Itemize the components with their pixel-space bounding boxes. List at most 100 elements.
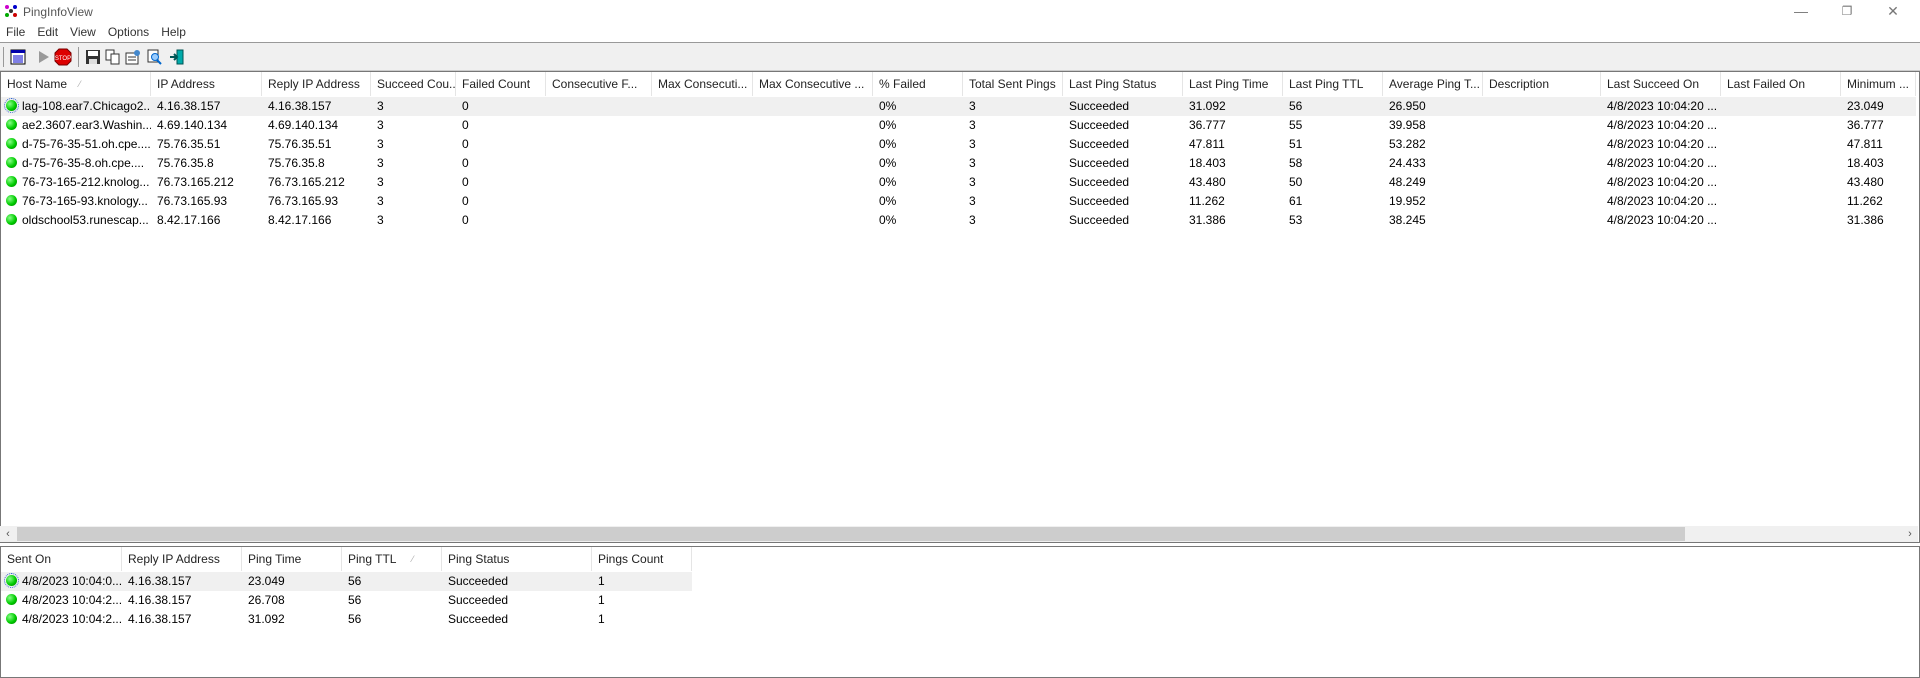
find-icon[interactable] bbox=[146, 48, 164, 66]
copy-icon[interactable] bbox=[104, 48, 122, 66]
cell-text: 4.16.38.157 bbox=[268, 99, 332, 113]
minimize-button[interactable]: — bbox=[1778, 0, 1824, 23]
column-header-ip-address[interactable]: IP Address bbox=[151, 72, 262, 96]
table-cell: 4.16.38.157 bbox=[262, 97, 371, 116]
table-cell: 50 bbox=[1283, 173, 1383, 192]
status-ok-icon bbox=[6, 157, 17, 168]
table-cell: 43.480 bbox=[1183, 173, 1283, 192]
column-header-ping-time[interactable]: Ping Time bbox=[242, 547, 342, 571]
table-cell: 24.433 bbox=[1383, 154, 1483, 173]
sort-indicator-icon: ⁄ bbox=[412, 554, 414, 564]
table-cell: 3 bbox=[371, 97, 456, 116]
properties-icon[interactable] bbox=[124, 48, 142, 66]
column-header-failed-count[interactable]: Failed Count bbox=[456, 72, 546, 96]
sort-indicator-icon: ⁄ bbox=[79, 79, 81, 89]
start-icon[interactable] bbox=[34, 48, 52, 66]
column-header-pings-count[interactable]: Pings Count bbox=[592, 547, 692, 571]
cell-text: 3 bbox=[969, 99, 976, 113]
menu-help[interactable]: Help bbox=[161, 23, 186, 42]
menu-edit[interactable]: Edit bbox=[37, 23, 58, 42]
scrollbar-thumb[interactable] bbox=[17, 527, 1685, 541]
column-header-reply-ip-address[interactable]: Reply IP Address bbox=[262, 72, 371, 96]
table-cell: 8.42.17.166 bbox=[262, 211, 371, 230]
cell-text: 61 bbox=[1289, 194, 1303, 208]
table-cell: 48.249 bbox=[1383, 173, 1483, 192]
column-header-last-ping-status[interactable]: Last Ping Status bbox=[1063, 72, 1183, 96]
stop-icon[interactable]: STOP bbox=[54, 48, 72, 66]
table-row[interactable]: ae2.3607.ear3.Washin... 4.69.140.134 4.69.… bbox=[1, 116, 1916, 135]
table-cell: 0% bbox=[873, 154, 963, 173]
column-header-last-ping-time[interactable]: Last Ping Time bbox=[1183, 72, 1283, 96]
column-header-ping-ttl[interactable]: Ping TTL ⁄ bbox=[342, 547, 442, 571]
cell-text: 51 bbox=[1289, 137, 1303, 151]
table-row[interactable]: lag-108.ear7.Chicago2... 4.16.38.157 4.16.… bbox=[1, 97, 1916, 116]
cell-text: 56 bbox=[348, 593, 362, 607]
table-row[interactable]: d-75-76-35-8.oh.cpe.... 75.76.35.8 75.76.3… bbox=[1, 154, 1916, 173]
horizontal-scrollbar[interactable]: ‹ › bbox=[0, 526, 1918, 542]
table-row[interactable]: 76-73-165-212.knolog... 76.73.165.212 76.7… bbox=[1, 173, 1916, 192]
table-cell: 3 bbox=[963, 211, 1063, 230]
cell-text: 55 bbox=[1289, 118, 1303, 132]
column-header-last-ping-ttl[interactable]: Last Ping TTL bbox=[1283, 72, 1383, 96]
column-header-sent-on[interactable]: Sent On bbox=[1, 547, 122, 571]
table-cell: d-75-76-35-51.oh.cpe.... bbox=[1, 135, 151, 154]
hosts-list[interactable]: Host Name ⁄ IP Address Reply IP Address Succ… bbox=[0, 71, 1920, 543]
column-header-max-consecutive[interactable]: Max Consecutive ... bbox=[753, 72, 873, 96]
status-ok-icon bbox=[6, 119, 17, 130]
column-header-minimum[interactable]: Minimum ... bbox=[1841, 72, 1916, 96]
table-cell bbox=[652, 192, 753, 211]
cell-text: 36.777 bbox=[1189, 118, 1226, 132]
column-header-reply-ip-address[interactable]: Reply IP Address bbox=[122, 547, 242, 571]
app-icon bbox=[5, 5, 17, 17]
table-row[interactable]: 4/8/2023 10:04:0... 4.16.38.157 23.049 56 Su… bbox=[1, 572, 692, 591]
table-cell: 3 bbox=[963, 173, 1063, 192]
table-cell: 38.245 bbox=[1383, 211, 1483, 230]
restore-button[interactable]: ❐ bbox=[1824, 0, 1870, 23]
column-header-consecutive-f[interactable]: Consecutive F... bbox=[546, 72, 652, 96]
column-header-total-sent-pings[interactable]: Total Sent Pings bbox=[963, 72, 1063, 96]
table-cell: Succeeded bbox=[1063, 116, 1183, 135]
cell-text: 31.092 bbox=[1189, 99, 1226, 113]
menu-view[interactable]: View bbox=[70, 23, 96, 42]
column-header-max-consecuti[interactable]: Max Consecuti... bbox=[652, 72, 753, 96]
table-cell bbox=[1721, 173, 1841, 192]
column-header-last-failed-on[interactable]: Last Failed On bbox=[1721, 72, 1841, 96]
toolbar-separator bbox=[78, 47, 79, 67]
close-button[interactable]: ✕ bbox=[1870, 0, 1916, 23]
ping-options-icon[interactable] bbox=[9, 48, 27, 66]
cell-text: 53.282 bbox=[1389, 137, 1426, 151]
column-header-ping-status[interactable]: Ping Status bbox=[442, 547, 592, 571]
cell-text: 4/8/2023 10:04:20 ... bbox=[1607, 175, 1718, 189]
table-cell: 0 bbox=[456, 192, 546, 211]
column-header-host-name[interactable]: Host Name ⁄ bbox=[1, 72, 151, 96]
column-header-label: Failed Count bbox=[462, 77, 531, 91]
cell-text: 3 bbox=[969, 137, 976, 151]
column-header-last-succeed-on[interactable]: Last Succeed On bbox=[1601, 72, 1721, 96]
table-cell bbox=[1483, 192, 1601, 211]
column-header-average-ping-t[interactable]: Average Ping T... bbox=[1383, 72, 1483, 96]
table-row[interactable]: oldschool53.runescap... 8.42.17.166 8.42.1… bbox=[1, 211, 1916, 230]
table-row[interactable]: 4/8/2023 10:04:2... 4.16.38.157 31.092 56 Su… bbox=[1, 610, 692, 629]
column-header-label: Last Failed On bbox=[1727, 77, 1806, 91]
table-row[interactable]: 76-73-165-93.knology... 76.73.165.93 76.73… bbox=[1, 192, 1916, 211]
table-cell: 3 bbox=[371, 135, 456, 154]
ping-history-list[interactable]: Sent On Reply IP Address Ping Time Ping TTL… bbox=[0, 546, 1920, 678]
table-row[interactable]: 4/8/2023 10:04:2... 4.16.38.157 26.708 56 Su… bbox=[1, 591, 692, 610]
exit-icon[interactable] bbox=[168, 48, 186, 66]
scroll-right-button[interactable]: › bbox=[1902, 526, 1918, 542]
table-row[interactable]: d-75-76-35-51.oh.cpe.... 75.76.35.51 75.76… bbox=[1, 135, 1916, 154]
window-title: PingInfoView bbox=[23, 5, 93, 19]
column-header--failed[interactable]: % Failed bbox=[873, 72, 963, 96]
cell-text: oldschool53.runescap... bbox=[22, 213, 149, 227]
column-header-label: Last Ping Time bbox=[1189, 77, 1269, 91]
cell-text: 1 bbox=[598, 593, 605, 607]
menu-options[interactable]: Options bbox=[108, 23, 149, 42]
save-icon[interactable] bbox=[84, 48, 102, 66]
column-header-succeed-cou[interactable]: Succeed Cou... bbox=[371, 72, 456, 96]
cell-text: 18.403 bbox=[1847, 156, 1884, 170]
menu-file[interactable]: File bbox=[6, 23, 25, 42]
column-header-description[interactable]: Description bbox=[1483, 72, 1601, 96]
column-header-label: Total Sent Pings bbox=[969, 77, 1056, 91]
scroll-left-button[interactable]: ‹ bbox=[0, 526, 16, 542]
cell-text: 0 bbox=[462, 99, 469, 113]
